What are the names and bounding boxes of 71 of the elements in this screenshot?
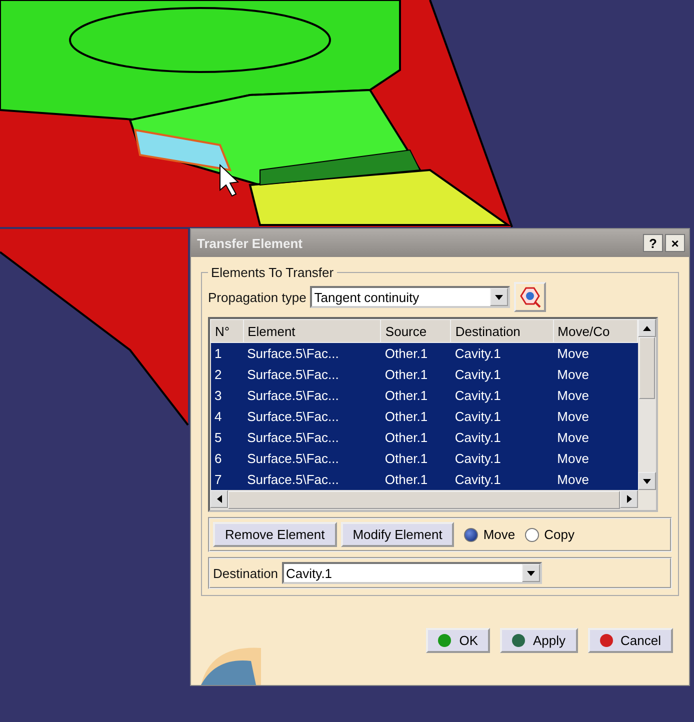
table-cell: 2 [210, 364, 244, 385]
table-cell: Move [553, 385, 638, 406]
column-header[interactable]: Source [380, 320, 451, 342]
table-cell: Cavity.1 [450, 385, 554, 406]
radio-option[interactable]: Copy [525, 527, 574, 542]
table-cell: Surface.5\Fac... [243, 364, 381, 385]
table-cell: 5 [210, 427, 244, 448]
table-row[interactable]: 7 Surface.5\Fac... Other.1 Cavity.1 Move [210, 469, 638, 490]
scrollbar-thumb[interactable] [228, 491, 620, 509]
hexagon-icon [519, 286, 542, 308]
radio-icon[interactable] [525, 528, 540, 542]
table-row[interactable]: 3 Surface.5\Fac... Other.1 Cavity.1 Move [210, 385, 638, 406]
action-button[interactable]: Modify Element [340, 522, 454, 547]
help-button[interactable]: ? [643, 234, 663, 252]
table-cell: 6 [210, 448, 244, 469]
close-button[interactable]: × [665, 234, 685, 252]
field-label: Destination [213, 566, 278, 580]
table-row[interactable]: 5 Surface.5\Fac... Other.1 Cavity.1 Move [210, 427, 638, 448]
table-cell: 7 [210, 469, 244, 490]
radio-option[interactable]: Move [464, 527, 516, 542]
table-cell: Other.1 [380, 364, 451, 385]
table-cell: Cavity.1 [450, 427, 554, 448]
table-cell: Surface.5\Fac... [243, 385, 381, 406]
radio-icon[interactable] [464, 528, 478, 542]
scrollbar-thumb[interactable] [639, 337, 655, 399]
table-cell: Other.1 [380, 427, 451, 448]
table-cell: Other.1 [380, 342, 451, 364]
table-cell: Surface.5\Fac... [243, 469, 381, 490]
column-header[interactable]: N° [210, 320, 244, 342]
column-header[interactable]: Move/Co [553, 320, 638, 342]
table-cell: Surface.5\Fac... [243, 406, 381, 427]
propagation-button[interactable] [514, 282, 546, 312]
table-cell: Other.1 [380, 469, 451, 490]
window-title: Transfer Element [197, 236, 302, 250]
horizontal-scrollbar[interactable] [210, 490, 638, 510]
column-header[interactable]: Destination [450, 320, 554, 342]
table-cell: Cavity.1 [450, 406, 554, 427]
table-cell: Other.1 [380, 448, 451, 469]
vertical-scrollbar[interactable] [638, 319, 656, 490]
table-row[interactable]: 4 Surface.5\Fac... Other.1 Cavity.1 Move [210, 406, 638, 427]
table-cell: Surface.5\Fac... [243, 448, 381, 469]
table-cell: Other.1 [380, 406, 451, 427]
table-row[interactable]: 6 Surface.5\Fac... Other.1 Cavity.1 Move [210, 448, 638, 469]
propagation-dropdown[interactable]: Tangent continuity [310, 286, 510, 308]
action-button[interactable]: Remove Element [213, 522, 337, 547]
table-cell: Move [553, 469, 638, 490]
column-header[interactable]: Element [243, 320, 381, 342]
table-cell: 4 [210, 406, 244, 427]
table-cell: Other.1 [380, 385, 451, 406]
table-cell: 3 [210, 385, 244, 406]
table-cell: 1 [210, 342, 244, 364]
table-cell: Move [553, 406, 638, 427]
destination-dropdown[interactable]: Cavity.1 [282, 562, 542, 584]
table-row[interactable]: 2 Surface.5\Fac... Other.1 Cavity.1 Move [210, 364, 638, 385]
table-cell: Surface.5\Fac... [243, 427, 381, 448]
table-cell: Move [553, 448, 638, 469]
group-title: Elements To Transfer [210, 265, 335, 280]
dialog-button[interactable]: OK [426, 628, 490, 653]
table-cell: Move [553, 427, 638, 448]
field-label: Propagation type [208, 290, 306, 304]
table-cell: Surface.5\Fac... [243, 342, 381, 364]
table-row[interactable]: 1 Surface.5\Fac... Other.1 Cavity.1 Move [210, 342, 638, 364]
dialog-button[interactable]: Apply [500, 628, 578, 653]
table-cell: Cavity.1 [450, 342, 554, 364]
table-cell: Move [553, 342, 638, 364]
table-cell: Cavity.1 [450, 469, 554, 490]
table-cell: Move [553, 364, 638, 385]
table-cell: Cavity.1 [450, 448, 554, 469]
globe-logo-icon [201, 645, 261, 685]
table-cell: Cavity.1 [450, 364, 554, 385]
dialog-button[interactable]: Cancel [588, 628, 673, 653]
